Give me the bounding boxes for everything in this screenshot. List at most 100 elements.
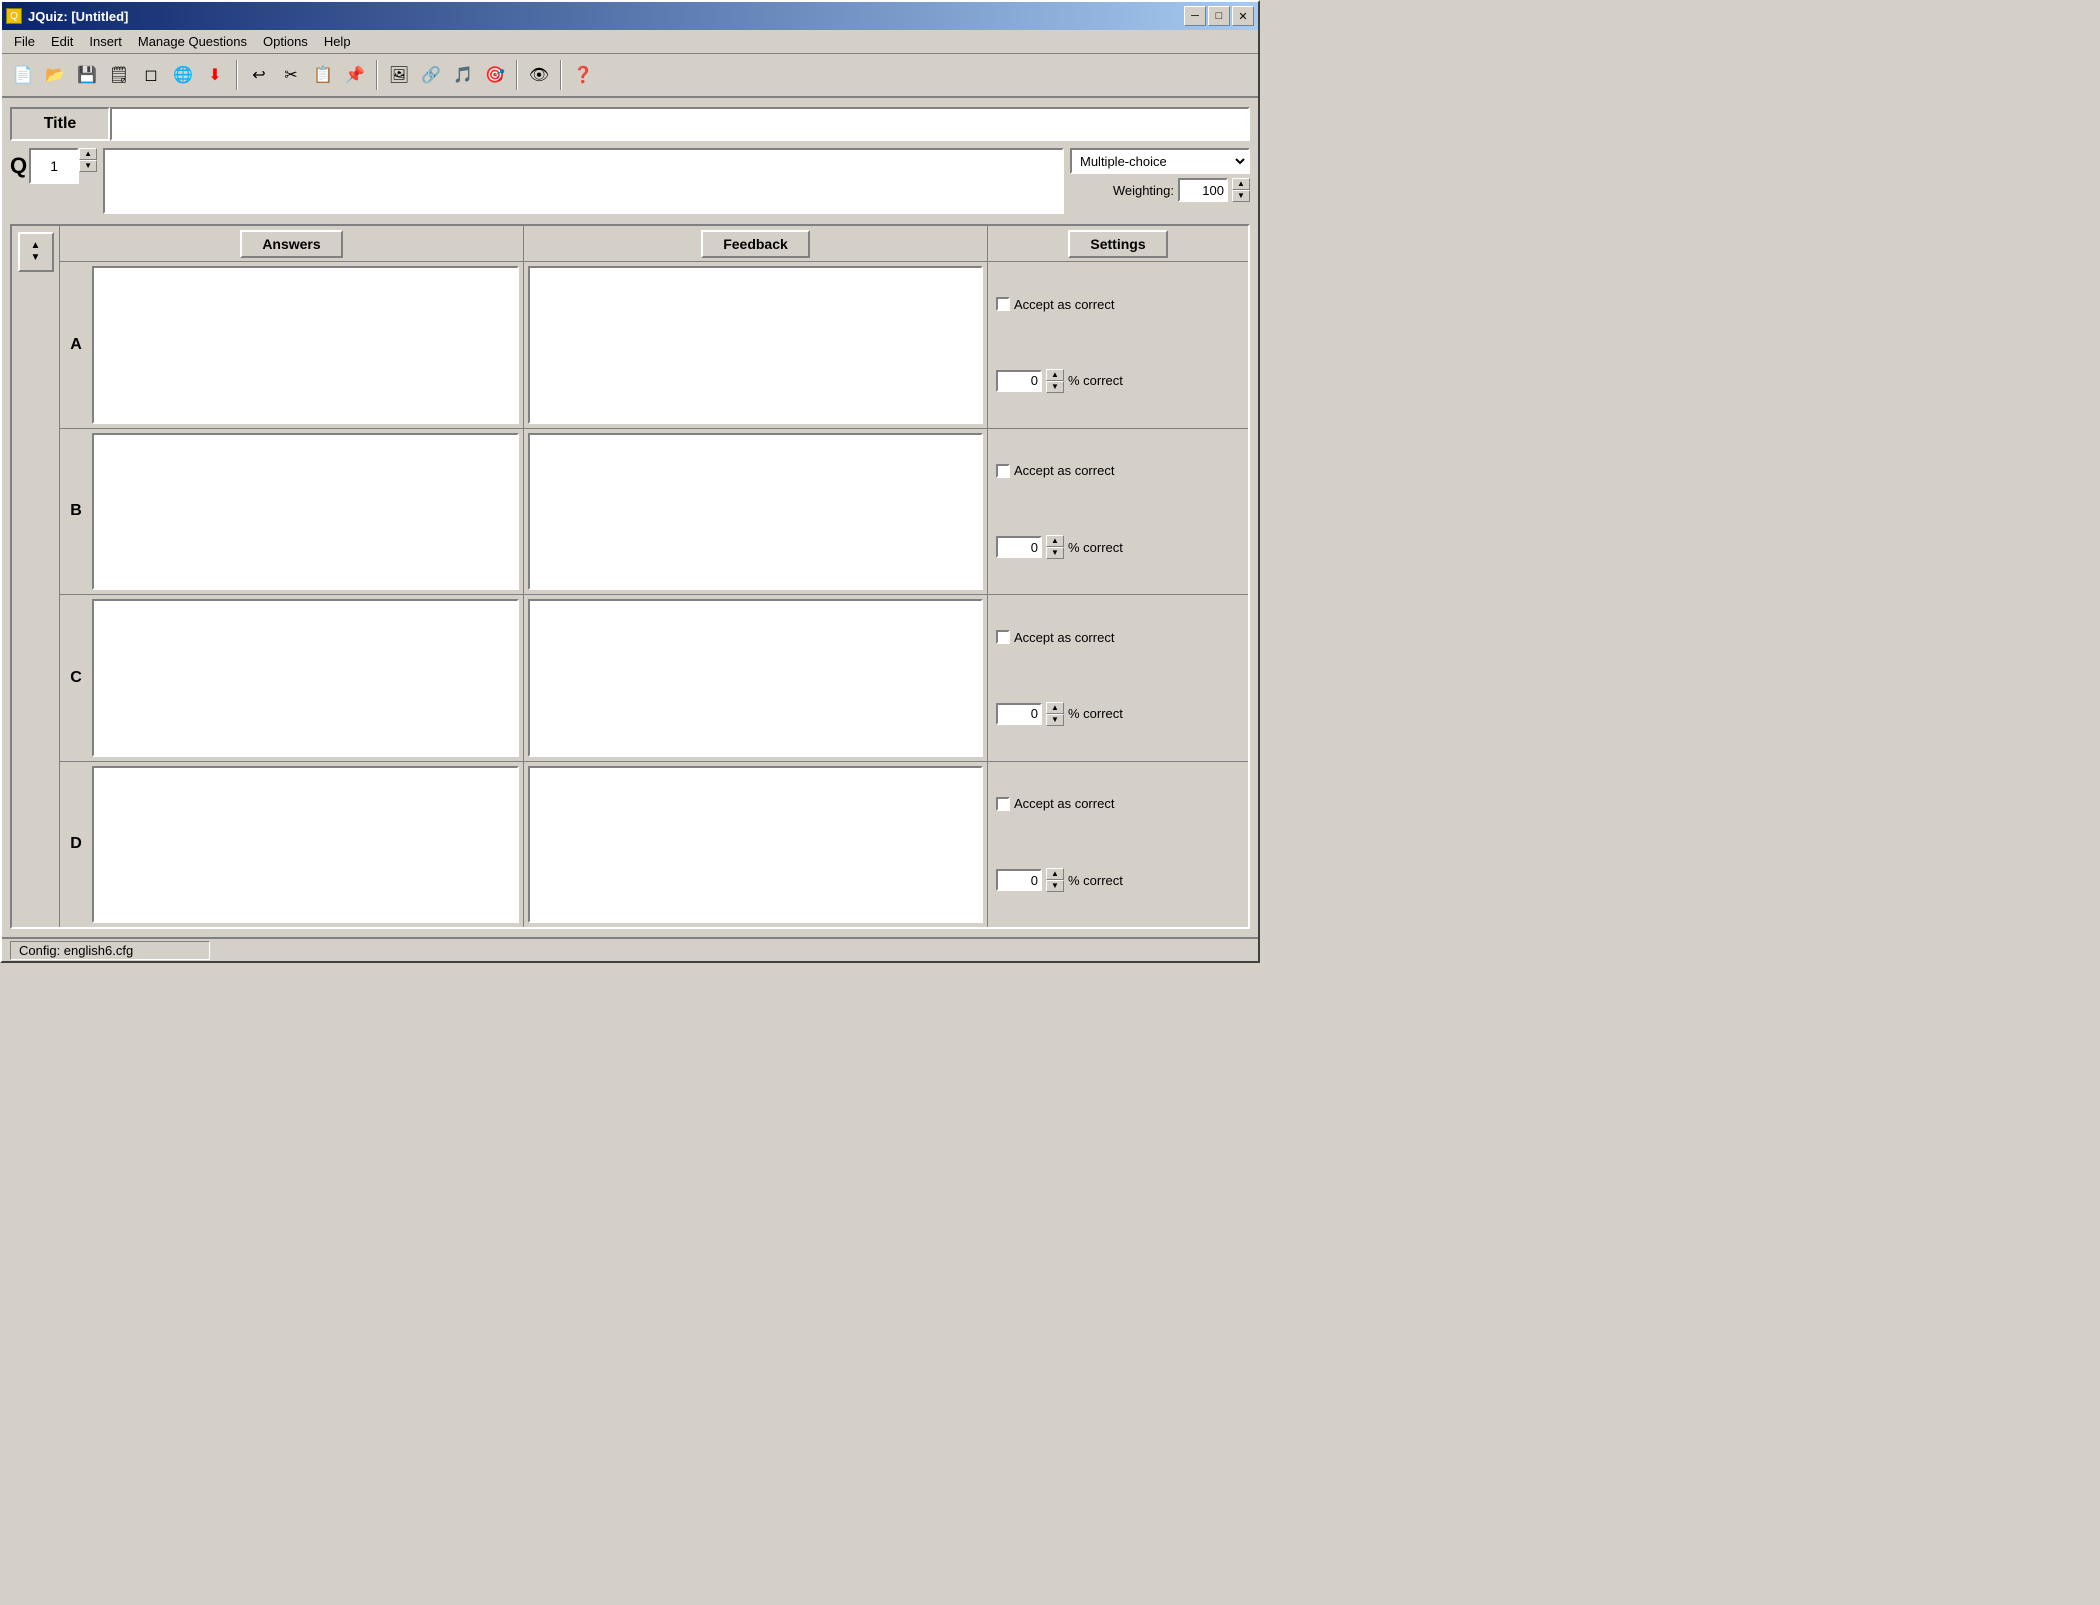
- answers-header-btn[interactable]: Answers: [240, 230, 342, 258]
- nav-updown-btn[interactable]: ▲ ▼: [18, 232, 54, 272]
- weighting-row: Weighting: ▲ ▼: [1070, 178, 1250, 202]
- toolbar-insert-media[interactable]: 🎵: [448, 60, 478, 90]
- feedback-textarea-b[interactable]: [528, 433, 983, 591]
- restore-button[interactable]: □: [1208, 6, 1230, 26]
- toolbar-sep-3: [516, 60, 518, 90]
- toolbar-web[interactable]: 🌐: [168, 60, 198, 90]
- accept-checkbox-b[interactable]: [996, 464, 1010, 478]
- toolbar-save-as[interactable]: 🗒: [104, 60, 134, 90]
- percent-spinner-d: ▲ ▼: [1046, 868, 1064, 892]
- weighting-down[interactable]: ▼: [1232, 190, 1250, 202]
- percent-row-b: ▲ ▼ % correct: [996, 535, 1240, 559]
- percent-input-a[interactable]: [996, 370, 1042, 392]
- toolbar-sep-2: [376, 60, 378, 90]
- percent-up-a[interactable]: ▲: [1046, 369, 1064, 381]
- weighting-input[interactable]: [1178, 178, 1228, 202]
- percent-up-b[interactable]: ▲: [1046, 535, 1064, 547]
- title-input[interactable]: [110, 107, 1250, 141]
- main-content: Title Q 1 ▲ ▼: [2, 98, 1258, 937]
- feedback-row-a: [524, 262, 987, 429]
- weighting-up[interactable]: ▲: [1232, 178, 1250, 190]
- type-select-row: Multiple-choice Short-answer Jumbled-sen…: [1070, 148, 1250, 174]
- toolbar-sep-4: [560, 60, 562, 90]
- menu-manage-questions[interactable]: Manage Questions: [130, 32, 255, 51]
- accept-checkbox-a[interactable]: [996, 297, 1010, 311]
- q-number-up[interactable]: ▲: [79, 148, 97, 160]
- toolbar-new[interactable]: 📄: [8, 60, 38, 90]
- toolbar: 📄 📂 💾 🗒 ◻ 🌐 ⬇ ↩ ✂ 📋 📌 🖼 🔗 🎵 🎯 👁 ❓: [2, 54, 1258, 98]
- answer-label-c: C: [60, 595, 92, 761]
- menu-options[interactable]: Options: [255, 32, 316, 51]
- feedback-header-btn[interactable]: Feedback: [701, 230, 810, 258]
- feedback-row-c: [524, 595, 987, 762]
- toolbar-save[interactable]: 💾: [72, 60, 102, 90]
- settings-row-a: Accept as correct ▲ ▼ % correct: [988, 262, 1248, 429]
- menubar: File Edit Insert Manage Questions Option…: [2, 30, 1258, 54]
- feedback-textarea-d[interactable]: [528, 766, 983, 924]
- percent-label-d: % correct: [1068, 873, 1123, 888]
- toolbar-help[interactable]: ❓: [568, 60, 598, 90]
- percent-down-b[interactable]: ▼: [1046, 547, 1064, 559]
- toolbar-insert-link[interactable]: 🔗: [416, 60, 446, 90]
- percent-up-d[interactable]: ▲: [1046, 868, 1064, 880]
- question-type-select[interactable]: Multiple-choice Short-answer Jumbled-sen…: [1070, 148, 1250, 174]
- accept-row-a: Accept as correct: [996, 297, 1240, 312]
- percent-down-a[interactable]: ▼: [1046, 381, 1064, 393]
- percent-input-d[interactable]: [996, 869, 1042, 891]
- titlebar-buttons: ─ □ ✕: [1184, 6, 1254, 26]
- toolbar-cut[interactable]: ✂: [276, 60, 306, 90]
- answer-textarea-a[interactable]: [92, 266, 519, 424]
- toolbar-preview[interactable]: 👁: [524, 60, 554, 90]
- close-button[interactable]: ✕: [1232, 6, 1254, 26]
- answer-textarea-d[interactable]: [92, 766, 519, 924]
- percent-up-c[interactable]: ▲: [1046, 702, 1064, 714]
- settings-row-b: Accept as correct ▲ ▼ % correct: [988, 429, 1248, 596]
- menu-edit[interactable]: Edit: [43, 32, 81, 51]
- percent-label-a: % correct: [1068, 373, 1123, 388]
- percent-label-b: % correct: [1068, 540, 1123, 555]
- menu-help[interactable]: Help: [316, 32, 359, 51]
- percent-input-c[interactable]: [996, 703, 1042, 725]
- toolbar-open[interactable]: 📂: [40, 60, 70, 90]
- toolbar-paste[interactable]: 📌: [340, 60, 370, 90]
- accept-checkbox-d[interactable]: [996, 797, 1010, 811]
- answer-textarea-c[interactable]: [92, 599, 519, 757]
- toolbar-export[interactable]: ⬇: [200, 60, 230, 90]
- answers-header: Answers: [60, 226, 523, 262]
- title-label: Title: [10, 107, 110, 141]
- accept-label-b: Accept as correct: [1014, 463, 1114, 478]
- settings-header-btn[interactable]: Settings: [1068, 230, 1167, 258]
- menu-insert[interactable]: Insert: [81, 32, 130, 51]
- accept-checkbox-c[interactable]: [996, 630, 1010, 644]
- q-number-display: 1: [29, 148, 79, 184]
- percent-down-d[interactable]: ▼: [1046, 880, 1064, 892]
- feedback-textarea-a[interactable]: [528, 266, 983, 424]
- toolbar-undo[interactable]: ↩: [244, 60, 274, 90]
- settings-column: Settings Accept as correct ▲ ▼: [988, 226, 1248, 927]
- menu-file[interactable]: File: [6, 32, 43, 51]
- toolbar-copy[interactable]: 📋: [308, 60, 338, 90]
- question-textarea[interactable]: [103, 148, 1064, 214]
- toolbar-insert-drag[interactable]: 🎯: [480, 60, 510, 90]
- answer-row-d: D: [60, 762, 523, 928]
- title-row: Title: [10, 106, 1250, 142]
- percent-row-d: ▲ ▼ % correct: [996, 868, 1240, 892]
- percent-row-a: ▲ ▼ % correct: [996, 369, 1240, 393]
- minimize-button[interactable]: ─: [1184, 6, 1206, 26]
- q-number-down[interactable]: ▼: [79, 160, 97, 172]
- q-bold-label: Q: [10, 153, 27, 179]
- answer-rows: A B C D: [60, 262, 523, 927]
- titlebar-left: Q JQuiz: [Untitled]: [6, 8, 128, 24]
- settings-row-c: Accept as correct ▲ ▼ % correct: [988, 595, 1248, 762]
- percent-down-c[interactable]: ▼: [1046, 714, 1064, 726]
- accept-label-d: Accept as correct: [1014, 796, 1114, 811]
- statusbar: Config: english6.cfg: [2, 937, 1258, 961]
- percent-input-b[interactable]: [996, 536, 1042, 558]
- accept-row-b: Accept as correct: [996, 463, 1240, 478]
- settings-header: Settings: [988, 226, 1248, 262]
- toolbar-clear[interactable]: ◻: [136, 60, 166, 90]
- feedback-textarea-c[interactable]: [528, 599, 983, 757]
- toolbar-insert-img[interactable]: 🖼: [384, 60, 414, 90]
- answer-textarea-b[interactable]: [92, 433, 519, 591]
- q-number-value: 1: [50, 158, 58, 174]
